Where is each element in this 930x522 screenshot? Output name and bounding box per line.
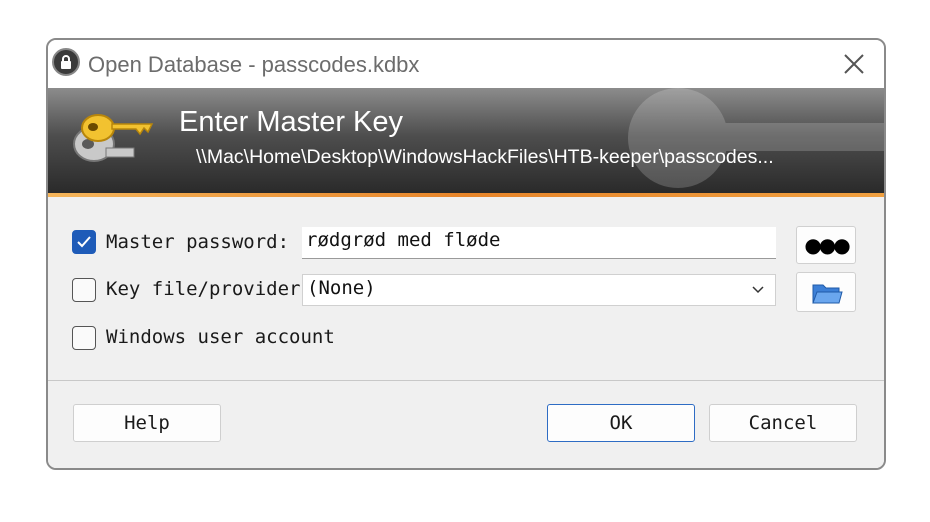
close-icon[interactable] <box>840 50 868 78</box>
dialog-footer: Help OK Cancel <box>48 381 884 468</box>
browse-key-file-button[interactable] <box>796 272 856 312</box>
key-watermark-icon <box>628 88 884 188</box>
chevron-down-icon <box>752 286 764 294</box>
title-bar: Open Database - passcodes.kdbx <box>48 40 884 88</box>
master-password-label: Master password: <box>106 231 290 253</box>
key-icon <box>73 114 154 162</box>
master-password-checkbox[interactable] <box>72 230 96 254</box>
key-file-row: Key file/provider: (None) <box>48 272 884 312</box>
windows-account-row: Windows user account <box>48 320 884 360</box>
help-button[interactable]: Help <box>73 404 221 442</box>
ok-button[interactable]: OK <box>547 404 695 442</box>
key-file-checkbox[interactable] <box>72 278 96 302</box>
window-title: Open Database - passcodes.kdbx <box>88 52 420 77</box>
key-file-selected-value: (None) <box>307 277 376 299</box>
folder-icon <box>812 284 843 304</box>
key-file-select[interactable]: (None) <box>302 274 776 306</box>
keepass-lock-icon <box>52 48 80 76</box>
key-file-label: Key file/provider: <box>106 278 301 300</box>
key-options-panel: Master password: rødgrød med fløde ●●● K… <box>48 197 884 380</box>
database-path: \\Mac\Home\Desktop\WindowsHackFiles\HTB-… <box>196 146 774 168</box>
windows-account-checkbox[interactable] <box>72 326 96 350</box>
master-password-row: Master password: rødgrød med fløde ●●● <box>48 222 884 264</box>
master-password-field[interactable]: rødgrød med fløde <box>302 227 776 259</box>
header-banner: Enter Master Key \\Mac\Home\Desktop\Wind… <box>48 88 884 193</box>
show-password-label: ●●● <box>804 233 850 257</box>
open-database-dialog: Open Database - passcodes.kdbx Enter Mas… <box>46 38 886 470</box>
windows-account-label: Windows user account <box>106 326 335 348</box>
cancel-button[interactable]: Cancel <box>709 404 857 442</box>
banner-title: Enter Master Key <box>179 106 404 138</box>
show-password-button[interactable]: ●●● <box>796 226 856 264</box>
